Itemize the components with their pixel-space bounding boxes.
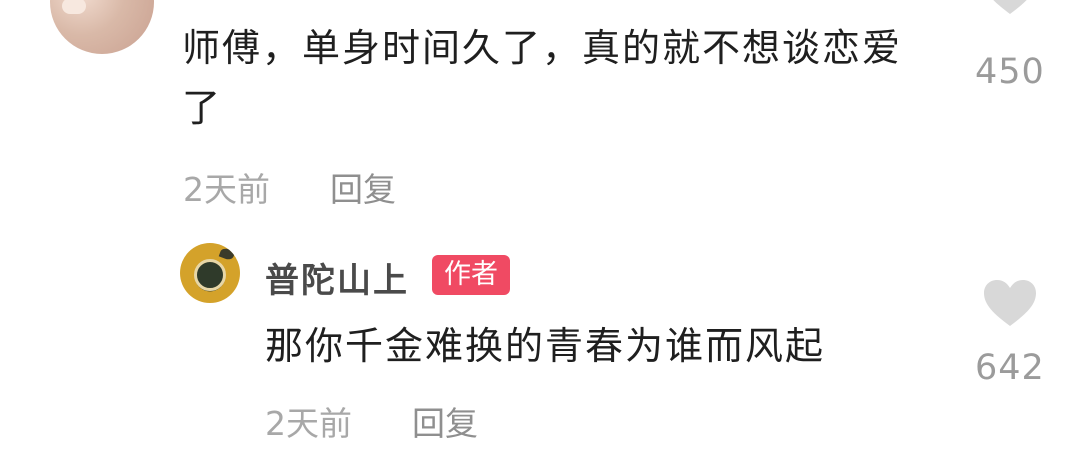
avatar-decoration [194, 259, 226, 291]
avatar[interactable] [50, 0, 154, 54]
like-button[interactable] [980, 278, 1040, 328]
comment-text: 那你千金难换的青春为谁而风起 [265, 324, 826, 368]
author-name[interactable]: 普陀山上 [265, 253, 409, 302]
heart-icon [984, 280, 1036, 326]
avatar-decoration [62, 0, 86, 14]
comment-text: 师傅，单身时间久了，真的就不想谈恋爱了 [182, 26, 903, 130]
comment-time: 2天前 [183, 170, 270, 209]
heart-icon [993, 0, 1027, 14]
like-count: 642 [975, 348, 1045, 388]
like-button[interactable] [980, 0, 1040, 16]
like-count: 450 [975, 52, 1045, 92]
reply-button[interactable]: 回复 [330, 163, 396, 211]
avatar[interactable] [180, 243, 240, 303]
avatar-decoration [218, 246, 236, 262]
comment-time: 2天前 [265, 404, 352, 443]
reply-button[interactable]: 回复 [412, 397, 478, 445]
author-badge: 作者 [432, 255, 510, 295]
